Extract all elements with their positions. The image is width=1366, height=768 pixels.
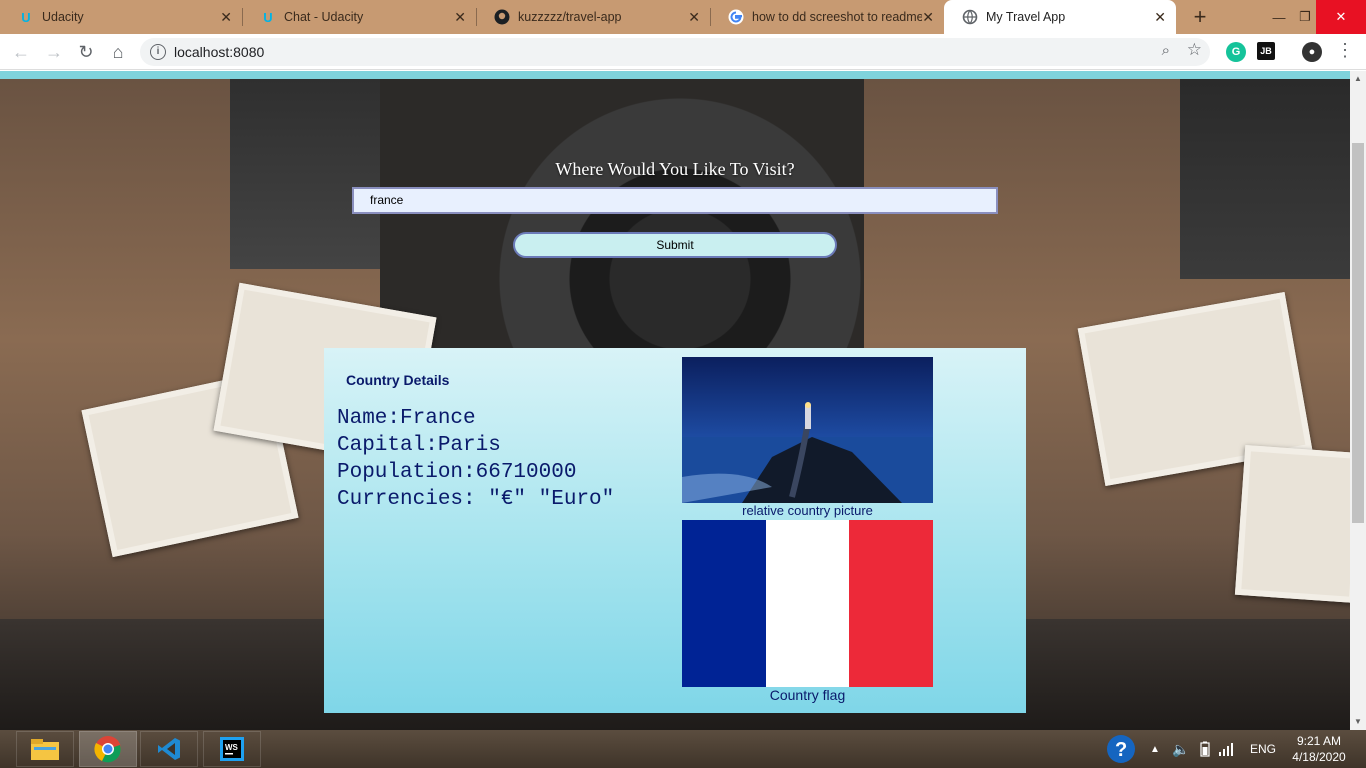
page-scrollbar[interactable]: ▲ ▼ [1350, 71, 1366, 730]
tab-chat-udacity[interactable]: U Chat - Udacity ✕ [242, 0, 476, 34]
google-icon [728, 9, 744, 25]
close-icon[interactable]: ✕ [1154, 9, 1166, 26]
country-input-value[interactable]: france [370, 193, 403, 207]
tab-title: Udacity [42, 10, 84, 24]
page-top-bar [0, 71, 1350, 79]
scroll-up-icon[interactable]: ▲ [1350, 71, 1366, 87]
wifi-signal-icon[interactable] [1218, 730, 1236, 768]
tab-my-travel-app[interactable]: My Travel App ✕ [944, 0, 1176, 34]
page-content: Where Would You Like To Visit? france Su… [0, 71, 1350, 730]
address-bar[interactable]: i localhost:8080 ⌕ ☆ [140, 38, 1210, 66]
tab-strip: U Udacity ✕ U Chat - Udacity ✕ kuzzzzz/t… [0, 0, 1366, 34]
country-details-panel: Country Details Name:France Capital:Pari… [324, 348, 1026, 713]
chrome-icon[interactable] [79, 731, 137, 767]
system-clock[interactable]: 9:21 AM 4/18/2020 [1284, 733, 1354, 765]
country-input[interactable]: france [352, 187, 998, 214]
detail-currencies: Currencies: "€" "Euro" [337, 488, 615, 511]
country-flag [682, 520, 934, 687]
tab-title: Chat - Udacity [284, 10, 364, 24]
info-icon[interactable]: i [150, 44, 166, 60]
language-indicator[interactable]: ENG [1250, 730, 1276, 768]
clock-time: 9:21 AM [1296, 734, 1342, 748]
picture-caption: relative country picture [742, 503, 873, 518]
forward-icon[interactable]: → [42, 40, 66, 64]
tab-title: kuzzzzz/travel-app [518, 10, 622, 24]
country-picture [682, 357, 933, 503]
bookmark-star-icon[interactable]: ☆ [1187, 40, 1202, 60]
help-icon[interactable]: ? [1106, 730, 1136, 768]
svg-text:WS: WS [225, 743, 239, 752]
tray-chevron-up-icon[interactable]: ▲ [1150, 730, 1160, 768]
close-icon[interactable]: ✕ [922, 9, 934, 26]
scroll-down-icon[interactable]: ▼ [1350, 714, 1366, 730]
flag-stripe-blue [682, 520, 766, 687]
back-icon[interactable]: ← [9, 40, 33, 64]
flag-stripe-red [849, 520, 934, 687]
tab-github[interactable]: kuzzzzz/travel-app ✕ [476, 0, 710, 34]
taskbar: WS ? ▲ 🔈 ENG 9:21 AM 4/18/2020 [0, 730, 1366, 768]
scroll-thumb[interactable] [1352, 143, 1364, 523]
browser-toolbar: ← → ↻ ⌂ i localhost:8080 ⌕ ☆ G JB ● ⋮ [0, 34, 1366, 70]
avatar[interactable]: ● [1302, 42, 1322, 62]
udacity-icon: U [21, 9, 31, 25]
menu-icon[interactable]: ⋮ [1336, 40, 1354, 61]
globe-icon [962, 9, 978, 25]
udacity-icon: U [263, 9, 273, 25]
battery-icon[interactable] [1200, 730, 1210, 768]
page-title: Where Would You Like To Visit? [555, 159, 795, 179]
detail-name: Name:France [337, 407, 476, 430]
github-icon [494, 9, 510, 25]
tab-title: My Travel App [986, 10, 1066, 24]
clock-date: 4/18/2020 [1292, 750, 1346, 764]
volume-icon[interactable]: 🔈 [1172, 730, 1189, 768]
webstorm-icon[interactable]: WS [203, 731, 261, 767]
detail-population: Population:66710000 [337, 461, 577, 484]
tab-title: how to dd screeshot to readme [752, 10, 922, 24]
submit-button[interactable]: Submit [513, 232, 837, 258]
details-list: Name:France Capital:Paris Population:667… [337, 405, 667, 513]
home-icon[interactable]: ⌂ [106, 40, 130, 64]
tab-google-search[interactable]: how to dd screeshot to readme ✕ [710, 0, 944, 34]
file-explorer-icon[interactable] [16, 731, 74, 767]
address-url[interactable]: localhost:8080 [174, 44, 264, 60]
tab-udacity[interactable]: U Udacity ✕ [0, 0, 242, 34]
zoom-icon[interactable]: ⌕ [1162, 42, 1170, 59]
vscode-icon[interactable] [140, 731, 198, 767]
close-icon[interactable]: ✕ [220, 9, 232, 26]
detail-capital: Capital:Paris [337, 434, 501, 457]
flag-stripe-white [765, 520, 850, 687]
close-icon[interactable]: ✕ [688, 9, 700, 26]
new-tab-icon[interactable]: + [1188, 4, 1212, 30]
jetbrains-icon[interactable]: JB [1257, 42, 1275, 60]
svg-text:?: ? [1115, 739, 1127, 761]
grammarly-icon[interactable]: G [1226, 42, 1246, 62]
reload-icon[interactable]: ↻ [74, 40, 98, 64]
close-icon[interactable]: ✕ [454, 9, 466, 26]
details-heading: Country Details [346, 372, 450, 388]
flag-caption: Country flag [769, 687, 846, 703]
close-window-icon[interactable]: ✕ [1316, 0, 1366, 34]
